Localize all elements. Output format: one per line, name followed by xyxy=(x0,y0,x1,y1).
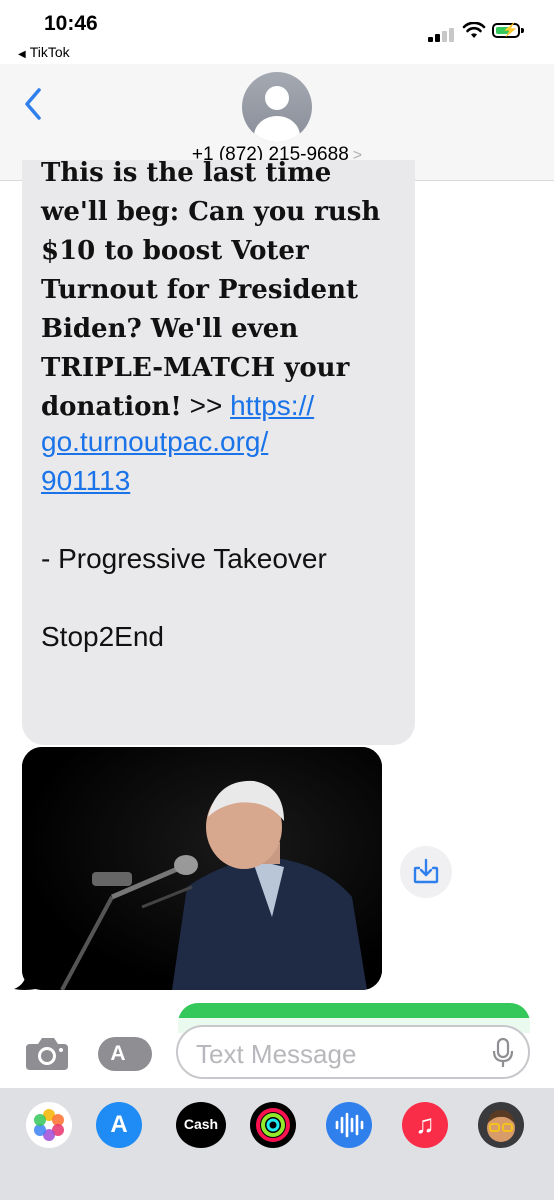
apple-cash-icon[interactable]: Cash xyxy=(176,1102,226,1148)
download-icon xyxy=(413,858,439,884)
donation-link[interactable]: go.turnoutpac.org/ xyxy=(41,426,268,457)
back-to-app-link[interactable]: ◀ TikTok xyxy=(18,44,70,60)
message-line: Turnout for President xyxy=(41,275,358,305)
cash-label: Cash xyxy=(183,1116,219,1132)
audio-message-icon[interactable] xyxy=(326,1102,372,1148)
signal-icon xyxy=(428,26,458,42)
composer-bar: A Text Message xyxy=(0,1018,554,1088)
incoming-message-bubble[interactable]: This is the last time we'll beg: Can you… xyxy=(22,160,415,745)
wifi-icon xyxy=(462,22,486,38)
bubble-tail xyxy=(14,975,36,990)
photo-attachment[interactable] xyxy=(22,747,382,990)
apps-button[interactable]: A xyxy=(98,1037,152,1071)
message-line: donation! xyxy=(41,392,182,422)
microphone-icon[interactable] xyxy=(492,1037,514,1069)
message-signature: - Progressive Takeover xyxy=(41,543,327,574)
status-time: 10:46 xyxy=(44,12,98,35)
back-chevron-icon[interactable] xyxy=(22,86,44,122)
link-arrows: >> xyxy=(181,390,231,421)
back-app-label: TikTok xyxy=(29,44,70,60)
text-message-input[interactable]: Text Message xyxy=(176,1025,530,1079)
message-line: Biden? We'll even xyxy=(41,314,299,344)
message-line: TRIPLE-MATCH your xyxy=(41,353,350,383)
message-line: $10 to boost Voter xyxy=(41,236,309,266)
music-app-icon[interactable]: ♫ xyxy=(402,1102,448,1148)
message-line-with-link: donation! >> https:// xyxy=(41,388,314,427)
contact-avatar[interactable] xyxy=(242,72,312,142)
save-photo-button[interactable] xyxy=(400,846,452,898)
donation-link[interactable]: https:// xyxy=(230,390,314,421)
fitness-app-icon[interactable] xyxy=(250,1102,296,1148)
message-line-cut: This is the last time xyxy=(41,160,332,188)
app-drawer: A Cash ♫ xyxy=(0,1088,554,1200)
status-bar: 10:46 ◀ TikTok ⚡ xyxy=(0,0,554,64)
link-line: go.turnoutpac.org/ xyxy=(41,426,268,458)
message-line: we'll beg: Can you rush xyxy=(41,197,381,227)
link-line: 901113 xyxy=(41,465,130,497)
donation-link[interactable]: 901113 xyxy=(41,465,130,496)
photo-image xyxy=(22,747,382,990)
battery-charging-icon: ⚡ xyxy=(492,22,524,38)
back-triangle-icon: ◀ xyxy=(18,49,26,60)
camera-icon[interactable] xyxy=(24,1034,70,1072)
message-stop-text: Stop2End xyxy=(41,621,164,652)
app-store-icon: A xyxy=(110,1042,126,1065)
input-placeholder: Text Message xyxy=(196,1039,357,1069)
photos-app-icon[interactable] xyxy=(26,1102,72,1148)
app-store-icon[interactable]: A xyxy=(96,1102,142,1148)
memoji-icon[interactable] xyxy=(478,1102,524,1148)
